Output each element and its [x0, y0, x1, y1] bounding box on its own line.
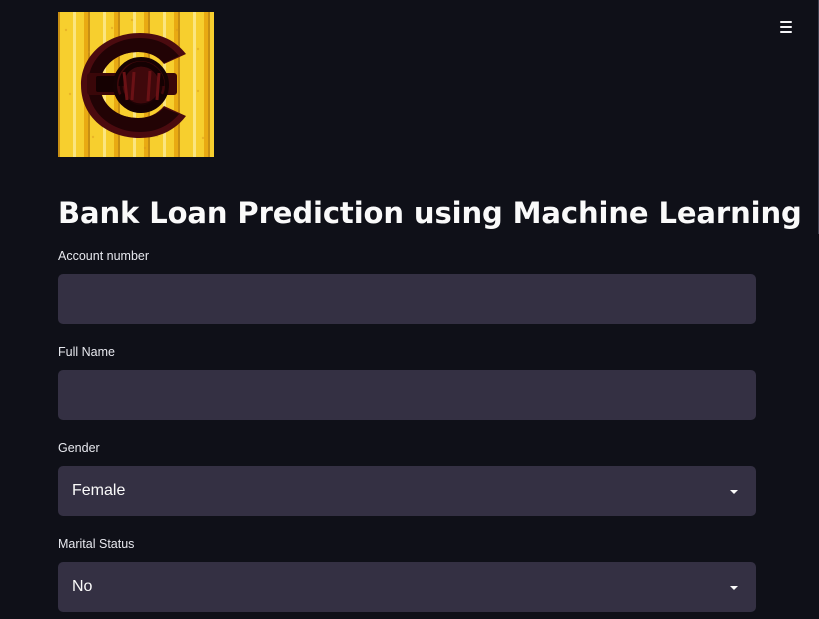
full-name-input[interactable]	[58, 370, 756, 420]
bank-logo-icon	[58, 12, 214, 157]
chevron-down-icon	[730, 490, 738, 494]
bank-logo	[58, 12, 214, 157]
menu-line-icon	[780, 21, 792, 23]
marital-status-label: Marital Status	[58, 537, 135, 551]
full-name-input-container[interactable]	[58, 370, 756, 420]
gender-label: Gender	[58, 441, 100, 455]
gender-select[interactable]: Female	[58, 466, 756, 516]
full-name-label: Full Name	[58, 345, 115, 359]
hamburger-menu-button[interactable]	[777, 17, 795, 37]
gender-selected-value: Female	[72, 482, 126, 499]
marital-status-select[interactable]: No	[58, 562, 756, 612]
chevron-down-icon	[730, 586, 738, 590]
account-number-label: Account number	[58, 249, 150, 263]
account-number-input-container[interactable]	[58, 274, 756, 324]
menu-line-icon	[780, 26, 792, 28]
menu-line-icon	[780, 31, 792, 33]
app-page: Bank Loan Prediction using Machine Learn…	[0, 0, 819, 619]
page-title: Bank Loan Prediction using Machine Learn…	[58, 196, 802, 230]
marital-status-selected-value: No	[72, 578, 93, 595]
account-number-input[interactable]	[58, 274, 756, 324]
